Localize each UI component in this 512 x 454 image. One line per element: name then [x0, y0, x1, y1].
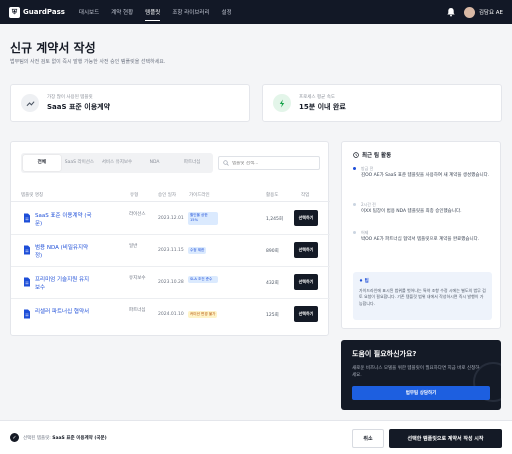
- activity-text: 이XX 팀장이 범용 NDA 템플릿을 최종 승인했습니다.: [361, 209, 462, 214]
- template-type: 파트너십: [129, 308, 146, 313]
- template-tabs: 전체 SaaS 라이선스 서비스 유지보수 NDA 파트너십: [21, 153, 213, 173]
- document-icon: [24, 245, 30, 255]
- tab-service-maintenance[interactable]: 서비스 유지보수: [98, 155, 136, 171]
- activity-item: 어제 박OO AE가 파트너십 협약서 템플릿으로 계약을 완료했습니다.: [353, 230, 493, 264]
- stat-value: 15분 이내 완료: [299, 103, 346, 111]
- search-box: [218, 156, 320, 170]
- document-icon: [24, 277, 30, 287]
- bell-icon[interactable]: [446, 7, 456, 17]
- guideline-badge: 할인율 상한 15%: [188, 212, 218, 225]
- template-name[interactable]: 범용 NDA (비밀유지약정): [35, 244, 93, 261]
- create-contract-button[interactable]: 선택한 템플릿으로 계약서 작성 시작: [389, 429, 502, 448]
- activity-item: 2시간 전 이XX 팀장이 범용 NDA 템플릿을 최종 승인했습니다.: [353, 202, 493, 228]
- activity-dot: [353, 231, 356, 234]
- stat-label: 가장 많이 사용된 템플릿: [47, 95, 93, 100]
- table-row[interactable]: 범용 NDA (비밀유지약정) 일반 2023.11.15 수정 제한 890회…: [11, 235, 330, 267]
- template-name[interactable]: SaaS 표준 이용계약 (국문): [35, 212, 93, 229]
- template-type: 일반: [129, 244, 138, 249]
- usage-count: 432회: [266, 281, 279, 286]
- guideline-badge: 커미션 변경 불가: [188, 311, 218, 319]
- shield-logo-icon: ⛨: [9, 6, 20, 18]
- column-header-usage[interactable]: 활용도: [266, 192, 278, 198]
- usage-count: 1,245회: [266, 217, 284, 222]
- column-header-date[interactable]: 승인 일자: [158, 192, 176, 198]
- column-header-guideline: 가이드라인: [189, 193, 210, 198]
- template-type: 유지보수: [129, 276, 146, 281]
- nav-item-contracts[interactable]: 계약 현황: [111, 1, 133, 23]
- approval-date: 2023.10.28: [158, 280, 184, 285]
- select-button[interactable]: 선택하기: [294, 306, 318, 322]
- tab-saas-license[interactable]: SaaS 라이선스: [61, 155, 99, 171]
- activity-dot: [353, 203, 356, 206]
- guideline-badge: 수정 제한: [188, 247, 207, 255]
- avatar[interactable]: [463, 6, 475, 18]
- tab-partnership[interactable]: 파트너십: [173, 155, 211, 171]
- nav-item-dashboard[interactable]: 대시보드: [79, 1, 99, 23]
- stat-card-most-used: 가장 많이 사용된 템플릿 SaaS 표준 이용계약: [10, 84, 250, 122]
- page-title: 신규 계약서 작성: [10, 41, 96, 55]
- table-header: 템플릿 명칭 유형 승인 일자 가이드라인 활용도 작업: [11, 188, 330, 202]
- tab-nda[interactable]: NDA: [136, 155, 174, 171]
- nav-right: 김담요 AE: [446, 6, 503, 18]
- template-name[interactable]: 프리미엄 기술지원 유지보수: [35, 276, 93, 293]
- activity-dot: [353, 167, 356, 170]
- activity-title: 최근 팀 활동: [362, 153, 392, 159]
- guideline-badge: SLA 조건 준수: [188, 276, 218, 284]
- approval-date: 2024.01.10: [158, 312, 184, 317]
- legal-consult-button[interactable]: 법무팀 상담하기: [352, 386, 490, 400]
- stat-card-speed: 프로세스 평균 속도 15분 이내 완료: [262, 84, 502, 122]
- usage-count: 890회: [266, 249, 279, 254]
- search-icon: [223, 160, 229, 166]
- selected-template: 선택된 템플릿: SaaS 표준 이용계약 (국문): [23, 435, 107, 441]
- approval-date: 2023.12.01: [158, 216, 184, 221]
- cancel-button[interactable]: 취소: [352, 429, 384, 448]
- top-navigation: ⛨ GuardPass 대시보드 계약 현황 템플릿 조항 라이브러리 설정 김…: [0, 0, 512, 24]
- template-name[interactable]: 리셀러 파트너십 협약서: [35, 308, 93, 316]
- bottom-action-bar: ✓ 선택된 템플릿: SaaS 표준 이용계약 (국문) 취소 선택한 템플릿으…: [0, 420, 512, 454]
- stat-value: SaaS 표준 이용계약: [47, 103, 111, 111]
- nav-item-clause-library[interactable]: 조항 라이브러리: [172, 1, 209, 23]
- tip-title: ♦ 팁: [359, 279, 369, 284]
- document-icon: [24, 309, 30, 319]
- page-subtitle: 법무팀의 사전 검토 없이 즉시 발행 가능한 사전 승인 템플릿을 선택하세요…: [10, 59, 166, 65]
- selected-value: SaaS 표준 이용계약 (국문): [52, 436, 107, 441]
- user-name[interactable]: 김담요 AE: [479, 8, 503, 16]
- check-circle-icon: ✓: [10, 433, 19, 442]
- brand-name: GuardPass: [23, 8, 65, 16]
- select-button[interactable]: 선택하기: [294, 274, 318, 290]
- help-text: 새로운 비즈니스 모델을 위한 템플릿이 필요하다면 지금 바로 신청하세요.: [352, 366, 480, 379]
- clock-icon: [353, 152, 359, 158]
- lightning-icon: [273, 94, 291, 112]
- search-input[interactable]: [232, 160, 312, 166]
- table-row[interactable]: 리셀러 파트너십 협약서 파트너십 2024.01.10 커미션 변경 불가 1…: [11, 299, 330, 331]
- nav-item-templates[interactable]: 템플릿: [145, 1, 161, 23]
- brand-logo[interactable]: ⛨ GuardPass: [9, 6, 65, 18]
- usage-count: 125회: [266, 313, 279, 318]
- main-menu: 대시보드 계약 현황 템플릿 조항 라이브러리 설정: [79, 1, 244, 23]
- stat-label: 프로세스 평균 속도: [299, 95, 335, 100]
- nav-item-settings[interactable]: 설정: [222, 1, 232, 23]
- table-row[interactable]: SaaS 표준 이용계약 (국문) 라이선스 2023.12.01 할인율 상한…: [11, 203, 330, 235]
- template-panel: 전체 SaaS 라이선스 서비스 유지보수 NDA 파트너십 템플릿 명칭 유형…: [10, 141, 330, 336]
- selected-label: 선택된 템플릿:: [23, 436, 51, 441]
- template-type: 라이선스: [129, 212, 146, 217]
- table-row[interactable]: 프리미엄 기술지원 유지보수 유지보수 2023.10.28 SLA 조건 준수…: [11, 267, 330, 299]
- select-button[interactable]: 선택하기: [294, 210, 318, 226]
- column-header-name[interactable]: 템플릿 명칭: [21, 192, 43, 198]
- activity-text: 박OO AE가 파트너십 협약서 템플릿으로 계약을 완료했습니다.: [361, 237, 480, 242]
- activity-panel: 최근 팀 활동 방금 전 김OO AE가 SaaS 표준 템플릿을 사용하여 새…: [341, 141, 501, 329]
- help-card: 도움이 필요하신가요? 새로운 비즈니스 모델을 위한 템플릿이 필요하다면 지…: [341, 340, 501, 410]
- tip-box: ♦ 팁 가이드라인에 표시된 범위를 벗어나는 특약 조항 수정 시에는 별도의…: [353, 272, 492, 320]
- select-button[interactable]: 선택하기: [294, 242, 318, 258]
- help-title: 도움이 필요하신가요?: [352, 350, 417, 358]
- document-icon: [24, 213, 30, 223]
- column-header-action: 작업: [301, 193, 310, 198]
- column-header-type[interactable]: 유형: [130, 192, 138, 198]
- trending-up-icon: [21, 94, 39, 112]
- tab-all[interactable]: 전체: [23, 155, 61, 171]
- tip-text: 가이드라인에 표시된 범위를 벗어나는 특약 조항 수정 시에는 별도의 법무 …: [359, 288, 486, 306]
- approval-date: 2023.11.15: [158, 248, 184, 253]
- activity-item: 방금 전 김OO AE가 SaaS 표준 템플릿을 사용하여 새 계약을 생성했…: [353, 166, 493, 200]
- activity-text: 김OO AE가 SaaS 표준 템플릿을 사용하여 새 계약을 생성했습니다.: [361, 173, 490, 178]
